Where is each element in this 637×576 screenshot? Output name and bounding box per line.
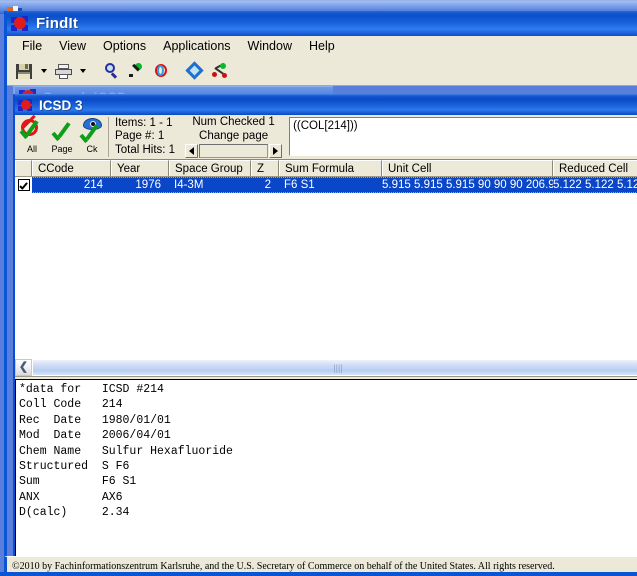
menu-item-window[interactable]: Window (240, 37, 301, 56)
eye-check-icon (79, 118, 104, 144)
toolbar (7, 57, 637, 86)
main-titlebar[interactable]: FindIt (7, 11, 637, 36)
cell-sum-formula: F6 S1 (284, 179, 315, 191)
page-nav-controls (185, 144, 283, 158)
save-dropdown-button[interactable] (37, 59, 50, 83)
checkbox-checked-icon (17, 179, 30, 191)
menu-item-view[interactable]: View (51, 37, 95, 56)
table-row[interactable]: 214 1976 I4-3M 2 F6 S1 5.915 5.915 5.915… (15, 177, 637, 193)
page-title: FindIt (36, 15, 79, 32)
control-separator (108, 117, 109, 157)
check-control-group: All Page Ck (17, 114, 107, 158)
floppy-disk-icon (16, 63, 32, 79)
column-header-z[interactable]: Z (251, 160, 279, 176)
cell-space-group: I4-3M (174, 179, 204, 191)
copyright-text: ©2010 by Fachinformationszentrum Karlsru… (12, 561, 555, 572)
grid-horizontal-scrollbar[interactable]: ❮ |||| (15, 358, 637, 377)
check-page-button[interactable]: Page (47, 116, 77, 158)
uncheck-all-button[interactable]: All (17, 114, 47, 158)
menu-item-options[interactable]: Options (95, 37, 155, 56)
window-bottom-edge (0, 572, 637, 576)
show-checked-button[interactable]: Ck (77, 116, 107, 158)
mdi-client-area: Search ICSD ICSD 3 All (7, 86, 637, 570)
magnifier-icon (103, 63, 119, 79)
results-grid: CCode Year Space Group Z Sum Formula Uni… (15, 159, 637, 358)
query-display-field[interactable]: ((COL[214])) (289, 117, 637, 156)
results-info: Items: 1 - 1 Page #: 1 Total Hits: 1 (112, 116, 181, 158)
icsd-window-title: ICSD 3 (39, 97, 83, 113)
column-header-space-group[interactable]: Space Group (169, 160, 251, 176)
reset-button[interactable] (149, 59, 173, 83)
record-detail-panel[interactable]: *data for ICSD #214 Coll Code 214 Rec Da… (15, 379, 637, 561)
menu-item-applications[interactable]: Applications (155, 37, 239, 56)
icsd-titlebar[interactable]: ICSD 3 (15, 95, 637, 115)
num-checked-label: Num Checked 1 (192, 116, 275, 128)
printer-icon (54, 63, 72, 79)
column-header-year[interactable]: Year (111, 160, 169, 176)
molecule-icon (11, 15, 29, 32)
key-search-button[interactable] (124, 59, 148, 83)
next-page-button[interactable] (269, 144, 283, 158)
previous-page-button[interactable] (185, 144, 199, 158)
structure-button[interactable] (208, 59, 232, 83)
cell-year: 1976 (135, 179, 161, 191)
menu-item-help[interactable]: Help (301, 37, 344, 56)
diagram-button[interactable] (183, 59, 207, 83)
print-button[interactable] (51, 59, 75, 83)
menu-item-file[interactable]: File (14, 37, 51, 56)
menubar: File View Options Applications Window He… (7, 36, 637, 57)
molecule-graph-icon (212, 62, 228, 79)
left-triangle-icon (189, 147, 195, 155)
cell-unit-cell: 5.915 5.915 5.915 90 90 90 206.95 (382, 179, 553, 191)
grid-header-select-all[interactable] (15, 160, 32, 176)
red-circle-icon (153, 63, 169, 79)
blue-diamond-icon (185, 61, 204, 80)
grid-header-row: CCode Year Space Group Z Sum Formula Uni… (15, 160, 637, 177)
show-checked-label: Ck (86, 144, 98, 154)
page-slider-track[interactable] (199, 144, 269, 158)
red-no-circle-check-icon (19, 114, 44, 144)
results-control-bar: All Page Ck Items: 1 - 1 Page #: 1 Total… (15, 114, 637, 159)
page-number-label: Page #: 1 (115, 130, 165, 143)
green-check-icon (50, 118, 74, 144)
change-page-label: Change page (199, 129, 269, 142)
items-range-label: Items: 1 - 1 (115, 116, 173, 129)
uncheck-all-label: All (26, 144, 37, 154)
chevron-down-icon (40, 69, 47, 73)
column-header-sum-formula[interactable]: Sum Formula (279, 160, 382, 176)
save-button[interactable] (12, 59, 36, 83)
page-navigator: Num Checked 1 Change page (181, 116, 286, 158)
search-button[interactable] (99, 59, 123, 83)
check-page-label: Page (51, 144, 73, 154)
findit-main-window: FindIt File View Options Applications Wi… (4, 11, 637, 576)
column-header-unit-cell[interactable]: Unit Cell (382, 160, 553, 176)
column-header-ccode[interactable]: CCode (32, 160, 111, 176)
print-dropdown-button[interactable] (76, 59, 89, 83)
key-icon (128, 63, 144, 79)
right-triangle-icon (273, 147, 279, 155)
column-header-reduced-cell[interactable]: Reduced Cell (553, 160, 637, 176)
icsd-results-window: ICSD 3 All Page Ck Items: 1 - 1 Page #: … (13, 94, 637, 570)
total-hits-label: Total Hits: 1 (115, 143, 176, 156)
cell-z: 2 (264, 179, 271, 191)
cell-reduced-cell: 5.122 5.122 5.122 109 (553, 179, 637, 191)
scroll-left-button[interactable]: ❮ (15, 359, 32, 376)
scrollbar-thumb[interactable]: |||| (32, 359, 637, 376)
scrollbar-grip-icon: |||| (333, 362, 343, 373)
cell-ccode: 214 (83, 179, 103, 191)
chevron-down-icon (79, 69, 86, 73)
row-checkbox[interactable] (15, 177, 32, 193)
chevron-left-icon: ❮ (18, 361, 29, 373)
molecule-icon (18, 98, 33, 113)
